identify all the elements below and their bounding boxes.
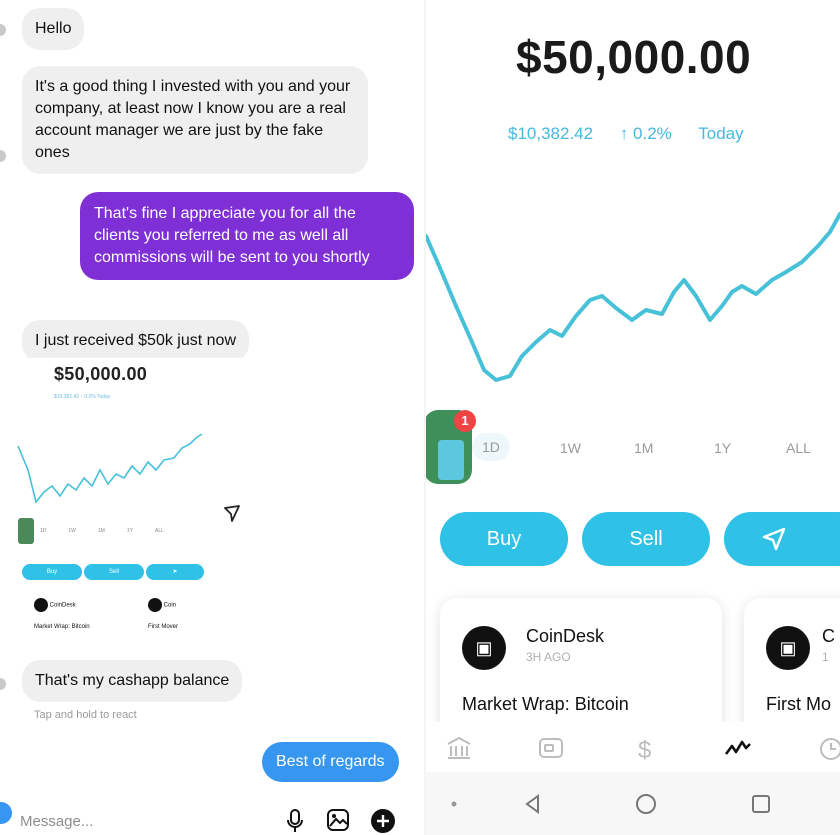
message-input[interactable]: Message... xyxy=(20,813,93,830)
send-bitcoin-button[interactable] xyxy=(724,512,840,566)
buy-button[interactable]: Buy xyxy=(440,512,568,566)
news-source: C xyxy=(822,626,835,646)
investing-icon[interactable] xyxy=(724,736,752,760)
bank-icon[interactable] xyxy=(446,736,472,760)
home-icon[interactable] xyxy=(634,792,658,816)
message-bubble-incoming[interactable]: I just received $50k just now xyxy=(22,320,249,362)
mini-range-tabs: 1D 1W 1M 1Y ALL xyxy=(40,528,164,534)
price-chart[interactable] xyxy=(426,0,840,420)
message-bubble-incoming[interactable]: Hello xyxy=(22,8,85,50)
mini-send-button: ➤ xyxy=(146,564,204,580)
dollar-icon[interactable]: $ xyxy=(636,736,656,764)
react-hint: Tap and hold to react xyxy=(34,709,137,721)
camera-icon[interactable] xyxy=(0,802,12,824)
mini-thumbnail xyxy=(18,518,34,544)
mini-balance: $50,000.00 xyxy=(54,364,148,384)
coindesk-logo-icon xyxy=(148,598,162,612)
shared-screenshot-image[interactable]: $50,000.00 $10,382.42 ↑ 0.2% Today 1D 1W 1… xyxy=(14,358,244,658)
back-icon[interactable] xyxy=(522,792,544,816)
mini-sell-button: Sell xyxy=(84,564,144,580)
recents-icon[interactable] xyxy=(750,792,772,816)
gallery-icon[interactable] xyxy=(326,808,350,832)
news-source: CoinDesk xyxy=(526,626,605,646)
coindesk-logo-icon: ▣ xyxy=(462,626,506,670)
mini-price-chart xyxy=(17,433,203,504)
news-headline: Market Wrap: Bitcoin xyxy=(462,694,629,714)
message-bubble-outgoing[interactable]: That's fine I appreciate you for all the… xyxy=(80,192,414,280)
news-card[interactable]: ▣ C 1 First Mo xyxy=(744,598,840,738)
sell-button[interactable]: Sell xyxy=(582,512,710,566)
sender-avatar xyxy=(0,24,6,36)
mini-news-card: Coin First Mover xyxy=(148,598,178,630)
range-tab-1w[interactable]: 1W xyxy=(560,440,581,456)
chat-panel: Hello It's a good thing I invested with … xyxy=(0,0,424,835)
range-tab-1y[interactable]: 1Y xyxy=(714,440,731,456)
sender-avatar xyxy=(0,678,6,690)
card-icon[interactable] xyxy=(538,736,564,760)
android-navigation-bar xyxy=(426,772,840,835)
share-send-icon[interactable] xyxy=(222,504,242,524)
coindesk-logo-icon: ▣ xyxy=(766,626,810,670)
message-bubble-incoming[interactable]: That's my cashapp balance xyxy=(22,660,243,702)
sender-avatar xyxy=(0,150,6,162)
range-tab-1d[interactable]: 1D xyxy=(472,433,510,461)
message-bubble-outgoing[interactable]: Best of regards xyxy=(262,742,399,782)
news-age: 3H AGO xyxy=(526,650,571,664)
send-icon xyxy=(762,527,786,551)
dot-icon[interactable] xyxy=(450,792,458,816)
message-bubble-incoming[interactable]: It's a good thing I invested with you an… xyxy=(22,66,368,174)
svg-text:$: $ xyxy=(638,737,651,764)
news-age: 1 xyxy=(822,650,829,664)
mini-subline: $10,382.42 ↑ 0.2% Today xyxy=(54,394,111,400)
cashapp-bitcoin-screen: $50,000.00 $10,382.42 ↑ 0.2% Today 1 1D … xyxy=(426,0,840,835)
mini-buy-button: Buy xyxy=(22,564,82,580)
mic-icon[interactable] xyxy=(286,808,304,834)
plus-icon[interactable] xyxy=(370,808,396,834)
notification-badge: 1 xyxy=(454,410,476,432)
range-tab-all[interactable]: ALL xyxy=(786,440,811,456)
bottom-tab-bar: $ xyxy=(426,722,840,772)
coindesk-logo-icon xyxy=(34,598,48,612)
range-tab-1m[interactable]: 1M xyxy=(634,440,653,456)
message-composer: Message... xyxy=(0,800,424,835)
news-headline: First Mo xyxy=(766,694,831,714)
clock-icon[interactable] xyxy=(818,736,840,762)
news-card[interactable]: ▣ CoinDesk 3H AGO Market Wrap: Bitcoin xyxy=(440,598,722,738)
mini-news-card: CoinDesk Market Wrap: Bitcoin xyxy=(34,598,90,630)
